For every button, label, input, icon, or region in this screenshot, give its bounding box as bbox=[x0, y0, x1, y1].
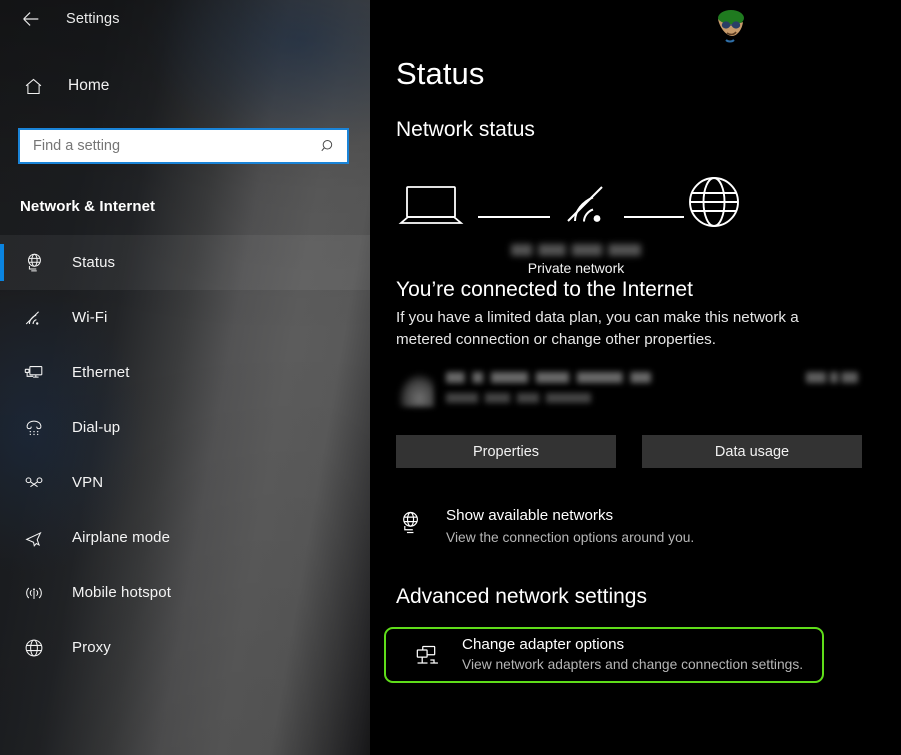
globe-monitor-icon bbox=[396, 509, 424, 537]
main-content: Status Network status Private network Yo… bbox=[370, 0, 901, 755]
search-container bbox=[18, 128, 350, 164]
wifi-signal-icon bbox=[398, 373, 434, 408]
sidebar-item-home[interactable]: Home bbox=[0, 64, 370, 108]
advanced-settings-heading: Advanced network settings bbox=[396, 584, 647, 608]
dialup-phone-icon bbox=[22, 416, 46, 440]
sidebar-item-label: Home bbox=[68, 77, 110, 94]
sidebar-item-label: Wi-Fi bbox=[72, 309, 108, 326]
network-name-redacted bbox=[511, 244, 641, 256]
sidebar-item-label: Ethernet bbox=[72, 364, 130, 381]
data-usage-summary-row bbox=[396, 369, 858, 413]
app-title: Settings bbox=[66, 11, 120, 27]
globe-icon bbox=[22, 636, 46, 660]
sidebar-item-proxy[interactable]: Proxy bbox=[0, 620, 370, 675]
hotspot-broadcast-icon bbox=[22, 581, 46, 605]
diagram-link-line-left bbox=[478, 216, 550, 218]
wifi-icon bbox=[22, 306, 46, 330]
change-adapter-description: View network adapters and change connect… bbox=[462, 656, 804, 672]
sidebar-item-mobile-hotspot[interactable]: Mobile hotspot bbox=[0, 565, 370, 620]
network-type-label: Private network bbox=[527, 260, 625, 276]
sidebar-item-label: Status bbox=[72, 254, 116, 271]
sidebar-item-label: Dial-up bbox=[72, 419, 121, 436]
search-icon[interactable] bbox=[319, 137, 337, 155]
sidebar-item-label: Airplane mode bbox=[72, 529, 171, 546]
network-status-heading: Network status bbox=[396, 118, 535, 141]
settings-window: Settings Home Network & Internet bbox=[0, 0, 901, 755]
change-adapter-text-group: Change adapter options View network adap… bbox=[462, 635, 803, 674]
network-diagram: Private network bbox=[396, 168, 739, 276]
laptop-icon bbox=[398, 182, 466, 235]
change-adapter-title: Change adapter options bbox=[462, 636, 625, 654]
sidebar-item-status[interactable]: Status bbox=[0, 235, 370, 290]
sidebar-item-airplane-mode[interactable]: Airplane mode bbox=[0, 510, 370, 565]
show-networks-title: Show available networks bbox=[446, 507, 614, 525]
data-usage-button[interactable]: Data usage bbox=[642, 435, 862, 469]
wifi-signal-icon bbox=[564, 176, 614, 233]
usage-amount-redacted bbox=[806, 372, 858, 384]
sidebar-item-wifi[interactable]: Wi-Fi bbox=[0, 290, 370, 345]
show-available-networks-link[interactable]: Show available networks View the connect… bbox=[396, 504, 866, 549]
show-networks-description: View the connection options around you. bbox=[446, 529, 695, 545]
globe-icon bbox=[686, 174, 742, 235]
show-networks-text-group: Show available networks View the connect… bbox=[446, 506, 694, 547]
home-icon bbox=[22, 75, 44, 97]
sidebar-item-ethernet[interactable]: Ethernet bbox=[0, 345, 370, 400]
site-logo-watermark bbox=[718, 10, 744, 43]
sidebar-item-label: Mobile hotspot bbox=[72, 584, 171, 601]
search-input[interactable] bbox=[33, 138, 319, 154]
airplane-icon bbox=[22, 526, 46, 550]
connection-status-title: You’re connected to the Internet bbox=[396, 278, 693, 301]
page-title: Status bbox=[396, 56, 485, 91]
sidebar-category-title: Network & Internet bbox=[20, 198, 156, 215]
sidebar-nav-list: Status Wi-Fi Ethernet Dial-up VPN Airpla… bbox=[0, 235, 370, 675]
usage-network-name-redacted bbox=[446, 372, 651, 384]
sidebar: Settings Home Network & Internet bbox=[0, 0, 370, 755]
two-monitors-network-icon bbox=[412, 641, 440, 669]
properties-button[interactable]: Properties bbox=[396, 435, 616, 469]
vpn-key-icon bbox=[22, 471, 46, 495]
sidebar-item-vpn[interactable]: VPN bbox=[0, 455, 370, 510]
usage-period-redacted bbox=[446, 393, 591, 404]
ethernet-icon bbox=[22, 361, 46, 385]
sidebar-item-label: VPN bbox=[72, 474, 104, 491]
globe-monitor-icon bbox=[22, 251, 46, 275]
back-arrow-icon[interactable] bbox=[18, 6, 44, 32]
search-box[interactable] bbox=[18, 128, 349, 164]
change-adapter-options-link[interactable]: Change adapter options View network adap… bbox=[384, 626, 824, 683]
title-bar: Settings bbox=[0, 0, 370, 38]
action-button-row: Properties Data usage bbox=[396, 435, 901, 469]
sidebar-item-label: Proxy bbox=[72, 639, 111, 656]
sidebar-item-dialup[interactable]: Dial-up bbox=[0, 400, 370, 455]
diagram-link-line-right bbox=[624, 216, 684, 218]
connection-status-description: If you have a limited data plan, you can… bbox=[396, 309, 799, 349]
